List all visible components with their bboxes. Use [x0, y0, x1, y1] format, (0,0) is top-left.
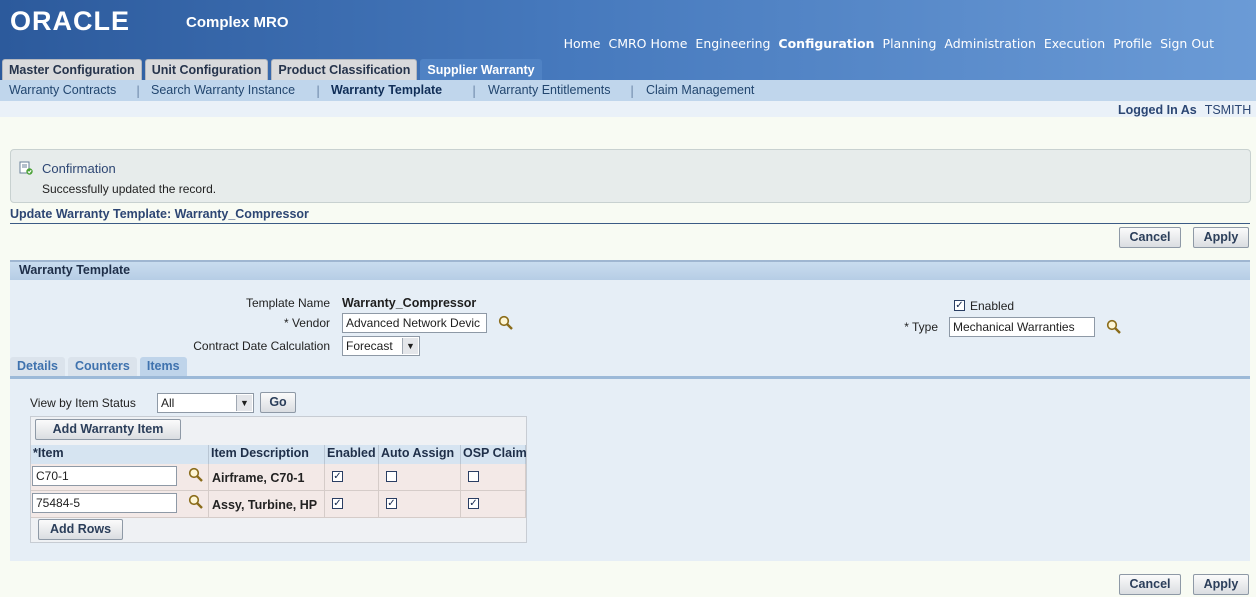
item-description: Assy, Turbine, HP — [212, 498, 318, 512]
item-search-icon[interactable] — [188, 494, 204, 510]
template-name-label: Template Name — [245, 296, 330, 310]
column-header-auto-assign: Auto Assign — [379, 445, 461, 464]
type-field[interactable]: Mechanical Warranties — [949, 317, 1095, 337]
global-nav-home[interactable]: Home — [564, 36, 601, 51]
subtab-items[interactable]: Items — [139, 357, 187, 376]
dropdown-arrow-icon: ▼ — [236, 395, 252, 411]
enabled-label: Enabled — [970, 299, 1015, 313]
tab-master-configuration[interactable]: Master Configuration — [2, 59, 142, 81]
template-name-value: Warranty_Compressor — [342, 296, 477, 310]
logged-in-user: TSMITH — [1204, 103, 1252, 117]
global-nav: Home CMRO Home Engineering Configuration… — [564, 36, 1214, 51]
enabled-checkbox[interactable]: ✓ — [332, 471, 343, 482]
dropdown-arrow-icon: ▼ — [402, 338, 418, 354]
osp-claim-checkbox[interactable]: ✓ — [468, 498, 479, 509]
add-warranty-item-button[interactable]: Add Warranty Item — [35, 419, 181, 440]
detail-subtabs: Details Counters Items — [10, 357, 187, 376]
contract-date-select[interactable]: Forecast ▼ — [342, 336, 420, 356]
subnav-separator: | — [472, 83, 477, 98]
item-search-icon[interactable] — [188, 467, 204, 483]
section-header — [10, 260, 1250, 280]
tab-supplier-warranty[interactable]: Supplier Warranty — [420, 59, 542, 81]
view-by-status-label: View by Item Status — [30, 396, 136, 410]
type-label: * Type — [904, 320, 938, 334]
user-strip — [0, 101, 1256, 117]
subnav-search-warranty-instance[interactable]: Search Warranty Instance — [151, 80, 295, 101]
global-nav-sign-out[interactable]: Sign Out — [1160, 36, 1214, 51]
subtab-counters[interactable]: Counters — [68, 357, 137, 376]
subtab-divider — [10, 376, 1250, 379]
column-header-enabled: Enabled — [325, 445, 379, 464]
logged-in-as: Logged In As TSMITH — [1118, 103, 1251, 117]
item-status-select[interactable]: All ▼ — [157, 393, 254, 413]
item-field[interactable]: 75484-5 — [32, 493, 177, 513]
osp-claim-checkbox[interactable] — [468, 471, 479, 482]
subnav-warranty-contracts[interactable]: Warranty Contracts — [9, 80, 116, 101]
apply-button-bottom[interactable]: Apply — [1193, 574, 1249, 595]
global-nav-administration[interactable]: Administration — [944, 36, 1035, 51]
item-status-value: All — [161, 396, 175, 410]
subnav-warranty-entitlements[interactable]: Warranty Entitlements — [488, 80, 611, 101]
type-search-icon[interactable] — [1106, 319, 1122, 335]
app-name: Complex MRO — [186, 14, 289, 31]
global-nav-configuration[interactable]: Configuration — [778, 36, 874, 51]
cancel-button-top[interactable]: Cancel — [1119, 227, 1181, 248]
page-title: Update Warranty Template: Warranty_Compr… — [10, 207, 309, 221]
vendor-field[interactable]: Advanced Network Devic — [342, 313, 487, 333]
auto-assign-checkbox[interactable]: ✓ — [386, 498, 397, 509]
subnav-separator: | — [136, 83, 141, 98]
confirmation-icon — [19, 161, 33, 175]
auto-assign-checkbox[interactable] — [386, 471, 397, 482]
global-nav-engineering[interactable]: Engineering — [695, 36, 770, 51]
tab-product-classification[interactable]: Product Classification — [271, 59, 418, 81]
go-button[interactable]: Go — [260, 392, 296, 413]
section-title: Warranty Template — [19, 263, 131, 277]
oracle-logo: ORACLE — [10, 6, 130, 36]
item-description: Airframe, C70-1 — [212, 471, 305, 485]
subnav-separator: | — [316, 83, 321, 98]
global-nav-cmro-home[interactable]: CMRO Home — [608, 36, 687, 51]
title-divider — [10, 223, 1250, 224]
sub-navigation: Warranty Contracts | Search Warranty Ins… — [0, 80, 1256, 101]
contract-date-label: Contract Date Calculation — [193, 339, 330, 353]
apply-button-top[interactable]: Apply — [1193, 227, 1249, 248]
subtab-details[interactable]: Details — [10, 357, 65, 376]
confirmation-box: Confirmation Successfully updated the re… — [10, 149, 1251, 203]
tab-unit-configuration[interactable]: Unit Configuration — [144, 59, 269, 81]
column-header-item-description: Item Description — [209, 445, 325, 464]
item-field[interactable]: C70-1 — [32, 466, 177, 486]
column-header-osp-claim: OSP Claim — [461, 445, 527, 464]
cancel-button-bottom[interactable]: Cancel — [1119, 574, 1181, 595]
global-nav-profile[interactable]: Profile — [1113, 36, 1152, 51]
contract-date-value: Forecast — [346, 339, 393, 353]
vendor-label: * Vendor — [283, 316, 330, 330]
global-nav-planning[interactable]: Planning — [883, 36, 937, 51]
vendor-search-icon[interactable] — [498, 315, 514, 331]
subnav-separator: | — [630, 83, 635, 98]
enabled-checkbox[interactable]: ✓ — [332, 498, 343, 509]
main-tabs: Master Configuration Unit Configuration … — [2, 59, 542, 81]
global-nav-execution[interactable]: Execution — [1044, 36, 1105, 51]
subnav-warranty-template[interactable]: Warranty Template — [331, 80, 442, 101]
subnav-claim-management[interactable]: Claim Management — [646, 80, 754, 101]
logged-in-label: Logged In As — [1118, 103, 1197, 117]
enabled-checkbox[interactable]: ✓ — [954, 300, 965, 311]
column-header-item: *Item — [31, 445, 209, 464]
confirmation-title: Confirmation — [42, 161, 116, 176]
add-rows-button[interactable]: Add Rows — [38, 519, 123, 540]
confirmation-message: Successfully updated the record. — [42, 182, 217, 196]
